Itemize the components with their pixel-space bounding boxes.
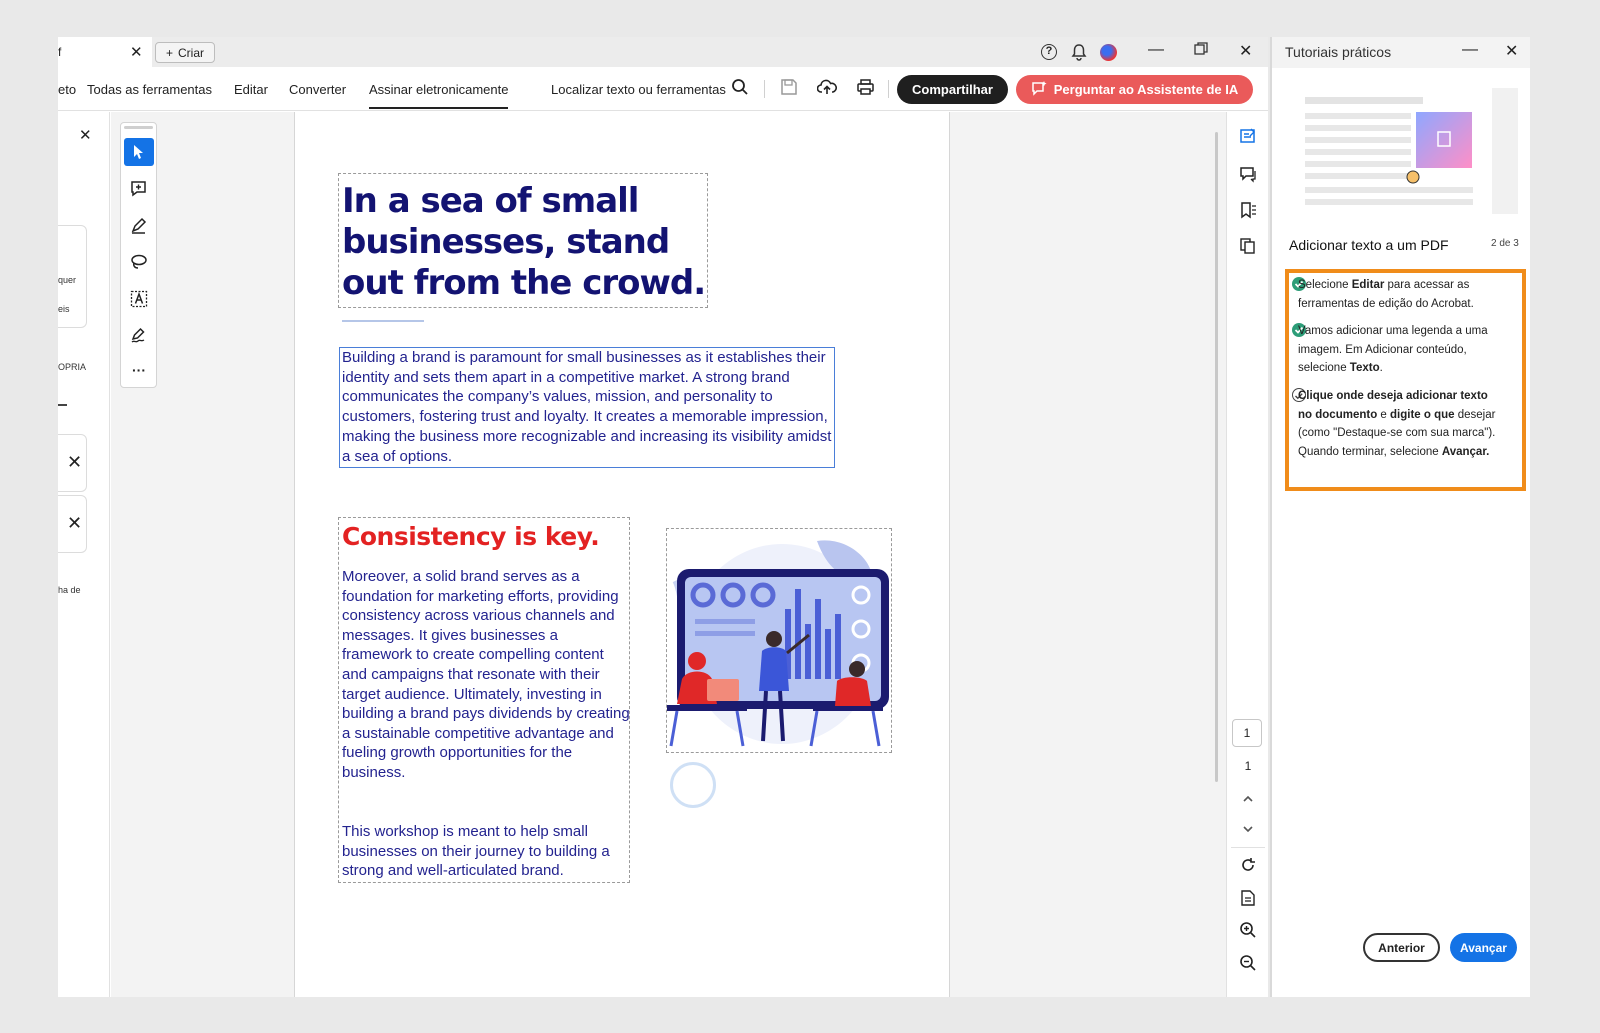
share-button[interactable]: Compartilhar xyxy=(897,75,1008,104)
close-tab-icon[interactable]: ✕ xyxy=(130,43,143,61)
text-field-icon[interactable] xyxy=(124,285,154,313)
menu-item-esign[interactable]: Assinar eletronicamente xyxy=(369,82,509,109)
print-icon[interactable] xyxy=(856,78,875,101)
edit-pdf-icon[interactable] xyxy=(1238,126,1258,146)
tutorial-heading: Adicionar texto a um PDF xyxy=(1289,237,1449,253)
restore-icon[interactable] xyxy=(1194,42,1208,61)
step-text: . xyxy=(1379,362,1383,374)
save-icon[interactable] xyxy=(780,78,798,101)
minimize-icon[interactable]: — xyxy=(1462,41,1478,59)
panel-card[interactable]: ✕ xyxy=(58,495,87,553)
plus-icon: + xyxy=(165,45,173,60)
document-subheading[interactable]: Consistency is key. xyxy=(342,522,600,551)
search-tools-label[interactable]: Localizar texto ou ferramentas xyxy=(551,82,726,97)
tutorial-step-text: Selecione Editar para acessar as ferrame… xyxy=(1298,276,1503,313)
ai-assistant-button[interactable]: Perguntar ao Assistente de IA xyxy=(1016,75,1253,104)
close-card-icon[interactable]: ✕ xyxy=(67,513,82,534)
comment-icon[interactable] xyxy=(1238,164,1258,184)
drag-handle[interactable] xyxy=(124,126,153,129)
divider xyxy=(1231,847,1265,848)
more-tools-icon[interactable]: ··· xyxy=(124,356,154,384)
menu-item-edit[interactable]: Editar xyxy=(234,82,268,97)
draw-lasso-icon[interactable] xyxy=(124,248,154,276)
user-avatar[interactable] xyxy=(1100,44,1117,61)
tutorial-step-indicator: 2 de 3 xyxy=(1491,238,1519,249)
scrollbar-thumb[interactable] xyxy=(1215,132,1218,782)
bell-icon[interactable] xyxy=(1071,43,1087,65)
tutorial-panel-title: Tutoriais práticos xyxy=(1285,44,1392,60)
vertical-scrollbar[interactable] xyxy=(1208,112,1226,997)
panel-text: ha de xyxy=(58,585,81,595)
close-icon[interactable]: ✕ xyxy=(1505,41,1518,61)
tutorial-step-text: Clique onde deseja adicionar texto no do… xyxy=(1298,387,1503,461)
panel-card[interactable]: ✕ xyxy=(58,434,87,492)
new-tab-label: Criar xyxy=(178,45,204,60)
document-tab-title: f xyxy=(58,45,62,59)
next-button[interactable]: Avançar xyxy=(1450,933,1517,962)
team-dashboard-illustration[interactable] xyxy=(667,529,891,752)
menu-bar: eto Todas as ferramentas Editar Converte… xyxy=(58,67,1268,111)
tutorial-header: Tutoriais práticos — ✕ xyxy=(1272,37,1530,68)
ai-assistant-label: Perguntar ao Assistente de IA xyxy=(1053,82,1239,97)
zoom-out-icon[interactable] xyxy=(1238,953,1258,973)
search-icon[interactable] xyxy=(731,78,749,101)
help-icon[interactable]: ? xyxy=(1041,44,1057,60)
total-pages: 1 xyxy=(1244,759,1252,773)
acrobat-window: f ✕ + Criar ? — ✕ eto Todas as ferrament… xyxy=(58,37,1268,997)
zoom-in-icon[interactable] xyxy=(1238,920,1258,940)
left-panel: ✕ quer eis OPRIA ✕ ✕ ha de xyxy=(58,112,110,997)
close-card-icon[interactable]: ✕ xyxy=(67,452,82,473)
right-tools-rail: 1 1 xyxy=(1226,112,1268,997)
pages-icon[interactable] xyxy=(1238,236,1258,256)
document-tab[interactable]: f ✕ xyxy=(58,37,152,67)
close-panel-icon[interactable]: ✕ xyxy=(79,126,92,144)
panel-card-text: quer xyxy=(58,275,77,285)
select-tool-icon[interactable] xyxy=(124,138,154,166)
add-comment-icon[interactable] xyxy=(124,175,154,203)
highlight-pen-icon[interactable] xyxy=(124,212,154,240)
step-text: Vamos adicionar uma legenda a uma imagem… xyxy=(1298,325,1488,374)
page-fit-icon[interactable] xyxy=(1238,888,1258,908)
quick-tools-rail: ··· xyxy=(120,122,157,388)
paragraph-consistency[interactable]: Moreover, a solid brand serves as a foun… xyxy=(342,567,632,783)
new-tab-button[interactable]: + Criar xyxy=(155,42,215,63)
chevron-down-icon[interactable] xyxy=(1238,819,1258,839)
minimize-icon[interactable]: — xyxy=(1148,41,1164,59)
chevron-up-icon[interactable] xyxy=(1238,789,1258,809)
menu-item-truncated[interactable]: eto xyxy=(58,82,76,97)
step-text-bold: digite o que xyxy=(1390,408,1455,421)
step-text-bold: Avançar. xyxy=(1441,445,1490,458)
tutorial-preview-image xyxy=(1302,85,1520,217)
step-text-bold: Editar xyxy=(1351,279,1385,291)
divider xyxy=(888,80,889,98)
tutorial-panel: Tutoriais práticos — ✕ Adicionar texto a… xyxy=(1270,37,1530,997)
tutorial-step-text: Vamos adicionar uma legenda a uma imagem… xyxy=(1298,322,1503,378)
collapse-dash[interactable] xyxy=(58,404,67,406)
click-cursor-indicator xyxy=(670,762,716,808)
rotate-icon[interactable] xyxy=(1238,855,1258,875)
close-window-icon[interactable]: ✕ xyxy=(1239,41,1252,61)
divider xyxy=(764,80,765,98)
current-page-input[interactable]: 1 xyxy=(1232,719,1262,747)
panel-card-text: eis xyxy=(58,304,70,314)
bookmark-icon[interactable] xyxy=(1238,200,1258,220)
previous-button[interactable]: Anterior xyxy=(1363,933,1440,962)
panel-section-label: OPRIA xyxy=(58,362,87,372)
ai-sparkle-icon xyxy=(1031,80,1048,100)
panel-card[interactable]: quer eis xyxy=(58,225,87,328)
sign-icon[interactable] xyxy=(124,321,154,349)
document-headline[interactable]: In a sea of small businesses, stand out … xyxy=(342,181,712,304)
menu-item-all-tools[interactable]: Todas as ferramentas xyxy=(87,82,212,97)
step-text-bold: Texto xyxy=(1349,362,1380,374)
step-text: e xyxy=(1377,408,1391,421)
step-text: Selecione xyxy=(1298,279,1352,291)
menu-item-convert[interactable]: Converter xyxy=(289,82,346,97)
cloud-upload-icon[interactable] xyxy=(816,78,837,101)
paragraph-workshop[interactable]: This workshop is meant to help small bus… xyxy=(342,822,632,881)
headline-divider xyxy=(342,320,424,322)
paragraph-intro[interactable]: Building a brand is paramount for small … xyxy=(342,348,838,466)
title-bar: f ✕ + Criar ? — ✕ xyxy=(58,37,1268,67)
